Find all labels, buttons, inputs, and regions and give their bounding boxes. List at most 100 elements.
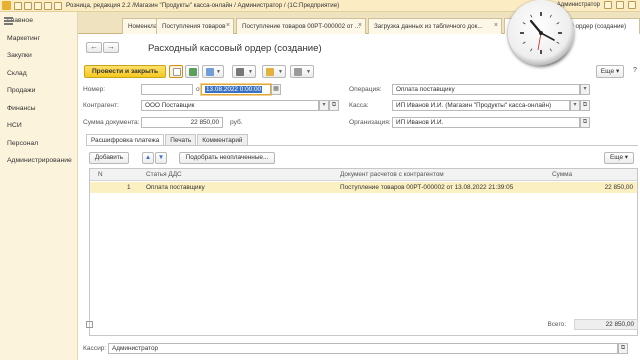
clock-widget bbox=[508, 0, 574, 66]
column-settlement-doc[interactable]: Документ расчетов с контрагентом bbox=[340, 171, 444, 178]
calendar-button[interactable]: ▦ bbox=[271, 84, 281, 95]
forward-icon[interactable] bbox=[34, 1, 42, 10]
total-label: Всего: bbox=[547, 321, 566, 328]
payment-breakdown-panel: Добавить ▲ ▼ Подобрать неоплаченные... Е… bbox=[86, 145, 638, 345]
close-tab-icon[interactable]: × bbox=[494, 22, 498, 29]
more-button[interactable]: Еще ▾ bbox=[596, 65, 624, 78]
close-tab-icon[interactable]: × bbox=[358, 22, 362, 29]
help-button[interactable]: ? bbox=[630, 65, 640, 78]
chevron-down-icon: ▼ bbox=[306, 69, 311, 75]
clock-face-icon bbox=[520, 12, 562, 54]
cell-sum[interactable]: 22 850,00 bbox=[605, 184, 633, 191]
save-icon bbox=[173, 68, 181, 76]
tab-receipt-doc[interactable]: Поступление товаров 00РТ-000002 от ... × bbox=[236, 18, 366, 34]
date-value: 13.08.2022 0:00:00 bbox=[205, 86, 263, 93]
forward-button[interactable]: → bbox=[103, 42, 119, 53]
chevron-down-icon: ▼ bbox=[216, 69, 221, 75]
post-button[interactable] bbox=[185, 65, 199, 78]
menu-icon[interactable] bbox=[604, 1, 612, 9]
counterparty-open[interactable]: ⧉ bbox=[329, 100, 339, 111]
cell-dds-item[interactable]: Оплата поставщику bbox=[146, 184, 205, 191]
tab-label: Поступление товаров 00РТ-000002 от ... bbox=[242, 23, 361, 30]
close-icon[interactable] bbox=[628, 1, 636, 9]
pick-unpaid-button[interactable]: Подобрать неоплаченные... bbox=[179, 152, 275, 164]
cell-settlement-doc[interactable]: Поступление товаров 00РТ-000002 от 13.08… bbox=[340, 184, 513, 191]
hamburger-icon[interactable] bbox=[4, 17, 13, 25]
totals-bar: Всего: 22 850,00 bbox=[86, 318, 638, 332]
column-dds-item[interactable]: Статья ДДС bbox=[146, 171, 182, 178]
number-label: Номер: bbox=[83, 86, 106, 93]
window-title: Розница, редакция 2.2 /Магазин "Продукты… bbox=[66, 2, 340, 9]
nav-item-marketing[interactable]: Маркетинг bbox=[0, 30, 77, 48]
nav-item-admin[interactable]: Администрирование bbox=[0, 152, 77, 170]
amount-input[interactable]: 22 850,00 bbox=[141, 117, 223, 128]
counterparty-label: Контрагент: bbox=[83, 102, 119, 109]
create-based-button[interactable]: ▼ bbox=[262, 65, 286, 78]
history-nav: ← → bbox=[86, 42, 119, 53]
table-row[interactable]: 1 Оплата поставщику Поступление товаров … bbox=[90, 182, 637, 193]
form-footer: Кассир: Администратор ⧉ bbox=[78, 340, 640, 360]
star-icon[interactable] bbox=[54, 1, 62, 10]
amount-label: Сумма документа: bbox=[83, 119, 140, 126]
form-toolbar: Провести и закрыть ▼ ▼ ▼ ▼ Еще ▾ ? bbox=[84, 65, 637, 79]
move-down-button[interactable]: ▼ bbox=[155, 152, 167, 164]
tab-label: ...й ордер (создание) bbox=[565, 23, 627, 30]
print-button[interactable]: ▼ bbox=[232, 65, 256, 78]
cashbox-dropdown[interactable]: ▾ bbox=[570, 100, 580, 111]
more-label: Еще bbox=[600, 68, 615, 75]
grid-more-label: Еще bbox=[610, 154, 624, 161]
operation-dropdown[interactable]: ▾ bbox=[580, 84, 590, 95]
titlebar-quick-icons bbox=[14, 1, 62, 10]
nav-item-sales[interactable]: Продажи bbox=[0, 82, 77, 100]
create-based-icon bbox=[266, 68, 274, 76]
move-up-button[interactable]: ▲ bbox=[142, 152, 154, 164]
organization-input[interactable]: ИП Иванов И.И. bbox=[392, 117, 580, 128]
operation-select[interactable]: Оплата поставщику bbox=[392, 84, 580, 95]
post-and-close-button[interactable]: Провести и закрыть bbox=[84, 65, 166, 78]
cashier-open[interactable]: ⧉ bbox=[618, 343, 628, 354]
chevron-down-icon: ▼ bbox=[248, 69, 253, 75]
nav-item-warehouse[interactable]: Склад bbox=[0, 65, 77, 83]
nav-item-nsi[interactable]: НСИ bbox=[0, 117, 77, 135]
table-header: N Статья ДДС Документ расчетов с контраг… bbox=[90, 169, 637, 181]
cashier-input[interactable]: Администратор bbox=[108, 343, 618, 354]
related-docs-button[interactable]: ▼ bbox=[202, 65, 224, 78]
app-logo-icon bbox=[2, 1, 11, 10]
number-input[interactable] bbox=[141, 84, 193, 95]
tab-receipts[interactable]: Поступления товаров × bbox=[156, 18, 234, 34]
save-button[interactable] bbox=[169, 65, 183, 78]
home-icon[interactable] bbox=[44, 1, 52, 10]
back-icon[interactable] bbox=[24, 1, 32, 10]
report-icon bbox=[294, 68, 302, 76]
counterparty-input[interactable]: ООО Поставщик bbox=[141, 100, 319, 111]
documents-icon bbox=[206, 68, 214, 76]
operation-label: Операция: bbox=[349, 86, 382, 93]
sections-panel: Главное Маркетинг Закупки Склад Продажи … bbox=[0, 12, 78, 360]
column-sum[interactable]: Сумма bbox=[552, 171, 572, 178]
tab-import[interactable]: Загрузка данных из табличного док... × bbox=[368, 18, 502, 34]
reports-button[interactable]: ▼ bbox=[290, 65, 314, 78]
organization-open[interactable]: ⧉ bbox=[580, 117, 590, 128]
nav-item-purchases[interactable]: Закупки bbox=[0, 47, 77, 65]
organization-label: Организация: bbox=[349, 119, 391, 126]
add-row-button[interactable]: Добавить bbox=[89, 152, 129, 164]
settings-icon[interactable] bbox=[86, 321, 93, 328]
nav-item-staff[interactable]: Персонал bbox=[0, 135, 77, 153]
date-input[interactable]: 13.08.2022 0:00:00 bbox=[201, 84, 271, 95]
counterparty-dropdown[interactable]: ▾ bbox=[319, 100, 329, 111]
column-n[interactable]: N bbox=[98, 171, 103, 178]
cashbox-input[interactable]: ИП Иванов И.И. (Магазин "Продукты" касса… bbox=[392, 100, 570, 111]
grid-toolbar: Добавить ▲ ▼ Подобрать неоплаченные... Е… bbox=[89, 152, 634, 165]
cashbox-open[interactable]: ⧉ bbox=[580, 100, 590, 111]
minimize-icon[interactable] bbox=[616, 1, 624, 9]
grid-more-button[interactable]: Еще ▾ bbox=[604, 152, 634, 164]
payment-table: N Статья ДДС Документ расчетов с контраг… bbox=[89, 168, 638, 336]
cell-n: 1 bbox=[127, 183, 131, 191]
post-icon bbox=[189, 68, 197, 76]
close-tab-icon[interactable]: × bbox=[226, 22, 230, 29]
page-title: Расходный кассовый ордер (создание) bbox=[148, 43, 322, 54]
grid-icon[interactable] bbox=[14, 1, 22, 10]
nav-item-finance[interactable]: Финансы bbox=[0, 100, 77, 118]
back-button[interactable]: ← bbox=[86, 42, 102, 53]
tab-label: Загрузка данных из табличного док... bbox=[374, 23, 483, 30]
